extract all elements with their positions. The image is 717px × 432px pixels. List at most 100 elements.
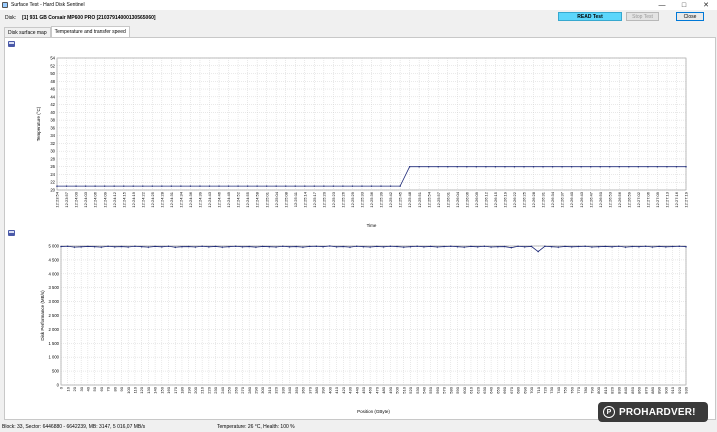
x-tick-label: 12:25:29 xyxy=(350,191,355,207)
data-point xyxy=(584,245,586,248)
x-tick-label: 12:23:57 xyxy=(64,191,69,207)
x-tick-label: 310 xyxy=(267,386,272,393)
maximize-icon[interactable]: □ xyxy=(673,0,695,10)
x-tick-label: 12:25:04 xyxy=(274,191,279,207)
data-point xyxy=(485,165,487,168)
x-tick-label: 12:24:09 xyxy=(102,191,107,207)
data-point xyxy=(666,165,668,168)
watermark: P PROHARDVER! xyxy=(598,402,708,422)
data-point xyxy=(685,165,687,168)
close-icon[interactable]: ✕ xyxy=(695,0,717,10)
x-tick-label: 830 xyxy=(616,386,621,393)
x-tick-label: 12:25:33 xyxy=(360,191,365,207)
x-tick-label: 110 xyxy=(133,386,138,393)
data-point xyxy=(523,246,526,248)
data-point xyxy=(127,246,129,248)
x-tick-label: 790 xyxy=(590,386,595,393)
x-tick-label: 12:26:06 xyxy=(464,191,469,207)
data-point xyxy=(201,245,203,248)
x-tick-label: 12:27:19 xyxy=(684,191,689,207)
y-tick-label: 3 000 xyxy=(49,299,60,304)
x-tick-label: 160 xyxy=(166,386,171,393)
x-tick-label: 12:24:52 xyxy=(236,191,241,207)
data-point xyxy=(609,165,611,168)
x-tick-label: 12:25:57 xyxy=(436,191,441,207)
x-tick-label: 850 xyxy=(630,386,635,393)
x-tick-label: 540 xyxy=(422,386,427,393)
data-point xyxy=(624,246,627,248)
x-tick-label: 12:27:16 xyxy=(674,191,679,207)
x-tick-label: 750 xyxy=(563,386,568,393)
data-point xyxy=(56,185,58,187)
data-point xyxy=(475,165,478,168)
x-tick-label: 770 xyxy=(576,386,581,393)
x-tick-label: 360 xyxy=(301,386,306,393)
y-axis-label: Disk Performance (MB/s) xyxy=(40,290,45,341)
minimize-icon[interactable]: — xyxy=(651,0,673,10)
data-point xyxy=(199,185,201,187)
data-point xyxy=(638,245,640,248)
data-point xyxy=(60,245,62,248)
data-point xyxy=(450,245,452,248)
x-tick-label: 12:24:12 xyxy=(112,191,117,207)
x-tick-label: 210 xyxy=(200,386,205,393)
x-tick-label: 12:27:06 xyxy=(645,191,650,207)
data-point xyxy=(561,165,563,168)
stop-test-button[interactable]: Stop Test xyxy=(626,12,659,21)
data-point xyxy=(361,185,363,187)
x-tick-label: 500 xyxy=(395,386,400,393)
data-point xyxy=(154,245,156,248)
x-tick-label: 620 xyxy=(475,386,480,393)
printer-icon[interactable] xyxy=(8,41,15,47)
data-point xyxy=(418,165,420,168)
x-tick-label: 580 xyxy=(448,386,453,393)
data-point xyxy=(265,185,268,187)
x-tick-label: 12:24:28 xyxy=(159,191,164,207)
data-point xyxy=(591,246,593,248)
read-test-button[interactable]: READ Test xyxy=(558,12,622,21)
x-tick-label: 520 xyxy=(408,386,413,393)
x-tick-label: 12:26:19 xyxy=(503,191,508,207)
y-tick-label: 2 000 xyxy=(49,327,60,332)
disk-selector[interactable]: [1] 931 GB Corsair MP600 PRO [2103791400… xyxy=(22,15,155,21)
data-point xyxy=(537,250,539,253)
x-tick-label: 280 xyxy=(247,386,252,393)
x-tick-label: 12:26:31 xyxy=(541,191,546,207)
data-point xyxy=(167,245,170,248)
data-point xyxy=(658,245,660,248)
y-tick-label: 1 000 xyxy=(49,355,60,360)
data-point xyxy=(161,185,163,187)
data-point xyxy=(671,245,674,248)
data-point xyxy=(369,246,371,248)
data-point xyxy=(295,245,297,248)
x-tick-label: 410 xyxy=(334,386,339,393)
x-tick-label: 120 xyxy=(139,386,144,393)
data-point xyxy=(180,185,182,187)
y-tick-label: 20 xyxy=(50,188,55,193)
x-tick-label: 12:26:50 xyxy=(598,191,603,207)
data-point xyxy=(380,185,382,187)
printer-icon[interactable] xyxy=(8,230,15,236)
tab-temperature-transfer-speed[interactable]: Temperature and transfer speed xyxy=(50,26,130,37)
data-point xyxy=(189,185,192,187)
data-point xyxy=(470,245,472,248)
data-point xyxy=(142,185,144,187)
data-point xyxy=(181,245,183,248)
data-point xyxy=(637,165,640,168)
status-temperature-health: Temperature: 26 °C, Health: 100 % xyxy=(217,424,295,430)
x-tick-label: 400 xyxy=(327,386,332,393)
x-tick-label: 12:26:53 xyxy=(607,191,612,207)
data-point xyxy=(409,245,412,248)
close-button[interactable]: Close xyxy=(676,12,704,21)
data-point xyxy=(665,246,667,248)
x-tick-label: 270 xyxy=(240,386,245,393)
x-tick-label: 12:24:58 xyxy=(255,191,260,207)
y-tick-label: 4 500 xyxy=(49,257,60,262)
x-tick-label: 260 xyxy=(233,386,238,393)
x-tick-label: 510 xyxy=(401,386,406,393)
y-tick-label: 2 500 xyxy=(49,313,60,318)
data-point xyxy=(218,185,220,187)
x-tick-label: 12:24:03 xyxy=(83,191,88,207)
data-point xyxy=(308,245,311,248)
tab-disk-surface-map[interactable]: Disk surface map xyxy=(4,27,51,37)
